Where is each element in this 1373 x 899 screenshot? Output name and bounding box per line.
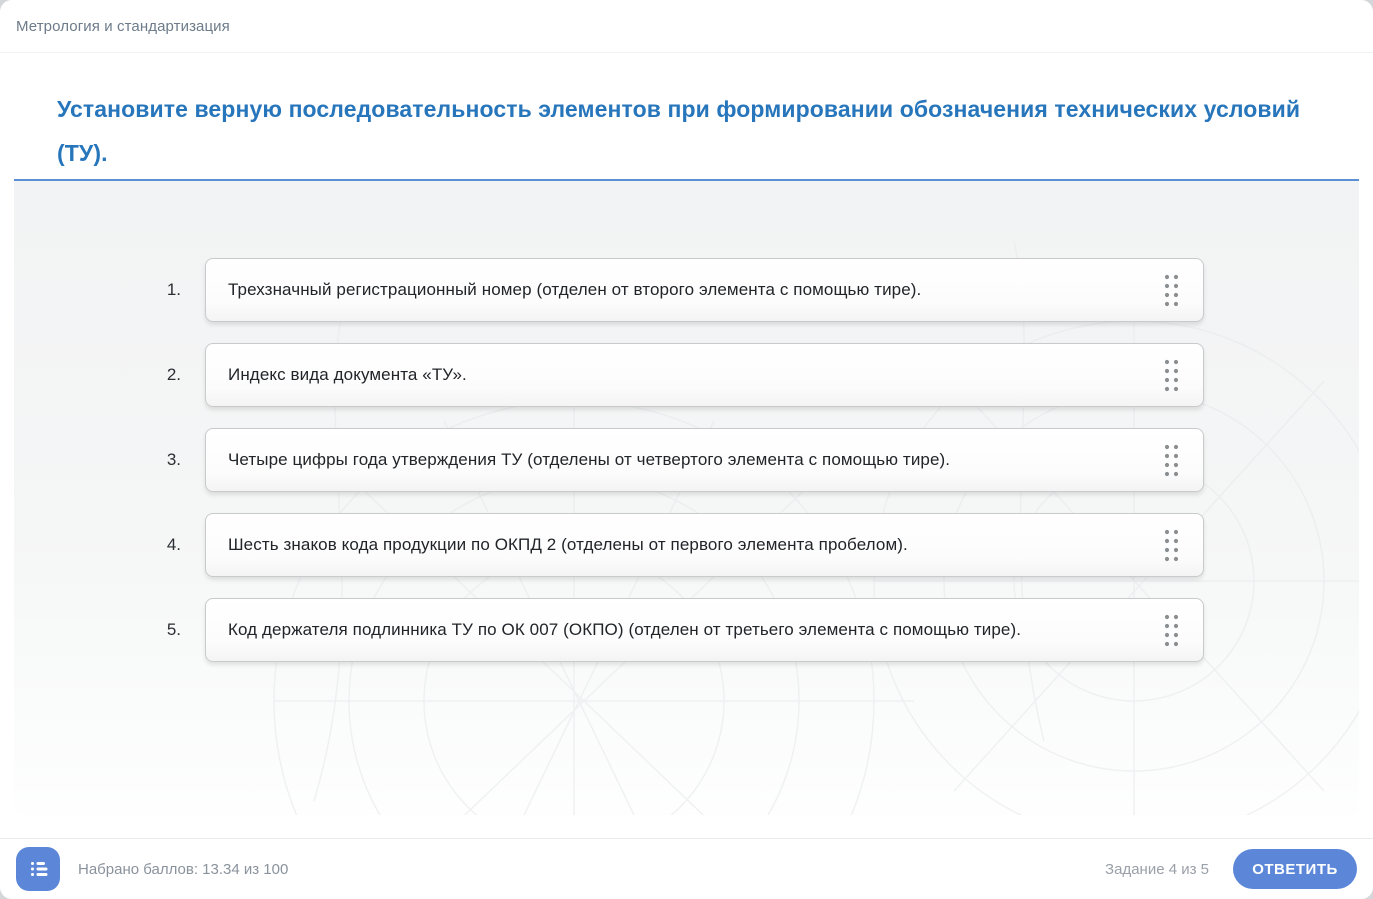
- list-item: 2. Индекс вида документа «ТУ».: [14, 343, 1359, 407]
- item-number: 2.: [14, 365, 181, 385]
- drag-handle-icon[interactable]: [1159, 357, 1183, 393]
- list-item: 5. Код держателя подлинника ТУ по ОК 007…: [14, 598, 1359, 662]
- course-title: Метрология и стандартизация: [16, 18, 230, 35]
- item-text: Четыре цифры года утверждения ТУ (отделе…: [228, 450, 1159, 470]
- item-number: 1.: [14, 280, 181, 300]
- drag-handle-icon[interactable]: [1159, 527, 1183, 563]
- drag-handle-icon[interactable]: [1159, 272, 1183, 308]
- drag-handle-icon[interactable]: [1159, 442, 1183, 478]
- sortable-item-card[interactable]: Шесть знаков кода продукции по ОКПД 2 (о…: [205, 513, 1204, 577]
- drag-handle-icon[interactable]: [1159, 612, 1183, 648]
- footer-bar: Набрано баллов: 13.34 из 100 Задание 4 и…: [0, 838, 1373, 899]
- list-item: 3. Четыре цифры года утверждения ТУ (отд…: [14, 428, 1359, 492]
- list-item: 4. Шесть знаков кода продукции по ОКПД 2…: [14, 513, 1359, 577]
- sortable-list: 1. Трехзначный регистрационный номер (от…: [14, 258, 1359, 683]
- quiz-window: Метрология и стандартизация Установите в…: [0, 0, 1373, 899]
- answer-button[interactable]: ОТВЕТИТЬ: [1233, 849, 1357, 889]
- task-progress-label: Задание 4 из 5: [1105, 861, 1209, 878]
- question-block: Установите верную последовательность эле…: [0, 53, 1373, 181]
- question-title: Установите верную последовательность эле…: [57, 87, 1316, 175]
- score-label: Набрано баллов: 13.34 из 100: [78, 861, 288, 878]
- item-number: 3.: [14, 450, 181, 470]
- list-item: 1. Трехзначный регистрационный номер (от…: [14, 258, 1359, 322]
- item-text: Трехзначный регистрационный номер (отдел…: [228, 280, 1159, 300]
- sortable-item-card[interactable]: Четыре цифры года утверждения ТУ (отделе…: [205, 428, 1204, 492]
- sortable-item-card[interactable]: Код держателя подлинника ТУ по ОК 007 (О…: [205, 598, 1204, 662]
- question-list-button[interactable]: [16, 847, 60, 891]
- sortable-item-card[interactable]: Индекс вида документа «ТУ».: [205, 343, 1204, 407]
- sortable-item-card[interactable]: Трехзначный регистрационный номер (отдел…: [205, 258, 1204, 322]
- list-icon: [28, 860, 48, 878]
- item-number: 5.: [14, 620, 181, 640]
- item-text: Шесть знаков кода продукции по ОКПД 2 (о…: [228, 535, 1159, 555]
- answer-panel: 1. Трехзначный регистрационный номер (от…: [14, 181, 1359, 815]
- item-number: 4.: [14, 535, 181, 555]
- item-text: Индекс вида документа «ТУ».: [228, 365, 1159, 385]
- top-bar: Метрология и стандартизация: [0, 0, 1373, 53]
- item-text: Код держателя подлинника ТУ по ОК 007 (О…: [228, 620, 1159, 640]
